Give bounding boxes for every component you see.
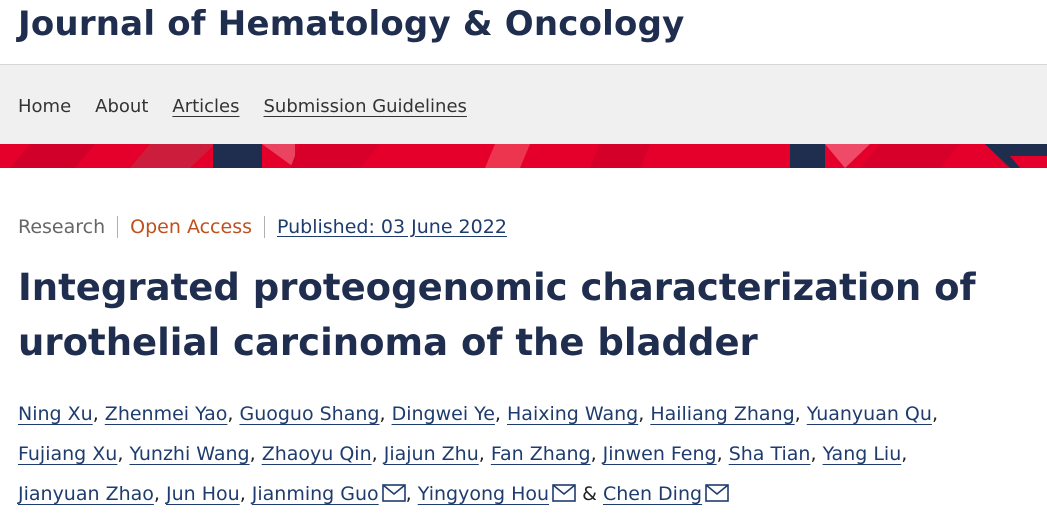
author-separator: , [227,403,234,425]
author-conjunction: & [582,483,597,505]
author-link[interactable]: Jianyuan Zhao [18,483,154,505]
author-separator: , [494,403,501,425]
journal-header: Journal of Hematology & Oncology [0,0,1047,64]
author-link[interactable]: Hailiang Zhang [650,403,794,425]
author-separator: , [590,443,597,465]
envelope-icon[interactable] [552,476,576,516]
article-type-label: Research [18,216,119,238]
author-separator: , [810,443,817,465]
author-link[interactable]: Yunzhi Wang [129,443,249,465]
main-nav: Home About Articles Submission Guideline… [0,64,1047,144]
author-link[interactable]: Yuanyuan Qu [807,403,932,425]
nav-submission-guidelines-link[interactable]: Submission Guidelines [264,96,467,117]
article-title: Integrated proteogenomic characterizatio… [18,266,976,364]
nav-about-link[interactable]: About [95,96,148,117]
author-link[interactable]: Jun Hou [166,483,240,505]
author-separator: , [379,403,386,425]
author-link[interactable]: Yang Liu [823,443,902,465]
author-link[interactable]: Fan Zhang [491,443,591,465]
author-separator: , [117,443,124,465]
journal-title[interactable]: Journal of Hematology & Oncology [18,4,684,44]
author-separator: , [92,403,99,425]
author-link[interactable]: Chen Ding [603,483,702,505]
author-separator: , [239,483,246,505]
author-separator: , [931,403,938,425]
author-separator: , [249,443,256,465]
author-separator: , [638,403,645,425]
decorative-banner [0,144,1047,168]
banner-pattern-graphic [0,144,1047,168]
published-date-link[interactable]: Published: 03 June 2022 [265,216,507,238]
nav-home-link[interactable]: Home [18,96,71,117]
open-access-label: Open Access [118,216,265,238]
author-link[interactable]: Zhenmei Yao [105,403,228,425]
author-link[interactable]: Sha Tian [729,443,811,465]
author-link[interactable]: Fujiang Xu [18,443,117,465]
article-meta: Research Open Access Published: 03 June … [18,216,507,238]
author-separator: , [371,443,378,465]
author-separator: , [794,403,801,425]
author-list: Ning Xu, Zhenmei Yao, Guoguo Shang, Ding… [18,394,1043,516]
author-link[interactable]: Guoguo Shang [239,403,379,425]
nav-list: Home About Articles Submission Guideline… [18,96,467,117]
author-separator: , [716,443,723,465]
nav-articles-link[interactable]: Articles [172,96,239,117]
author-link[interactable]: Jinwen Feng [603,443,717,465]
envelope-icon[interactable] [705,476,729,516]
author-separator: , [478,443,485,465]
author-link[interactable]: Yingyong Hou [418,483,549,505]
author-separator: , [901,443,908,465]
author-separator: , [405,483,412,505]
envelope-icon[interactable] [381,476,406,516]
author-link[interactable]: Jiajun Zhu [384,443,479,465]
author-link[interactable]: Ning Xu [18,403,93,425]
author-link[interactable]: Dingwei Ye [392,403,495,425]
author-link[interactable]: Jianming Guo [252,483,379,505]
author-link[interactable]: Haixing Wang [507,403,638,425]
author-separator: , [153,483,160,505]
author-link[interactable]: Zhaoyu Qin [262,443,372,465]
